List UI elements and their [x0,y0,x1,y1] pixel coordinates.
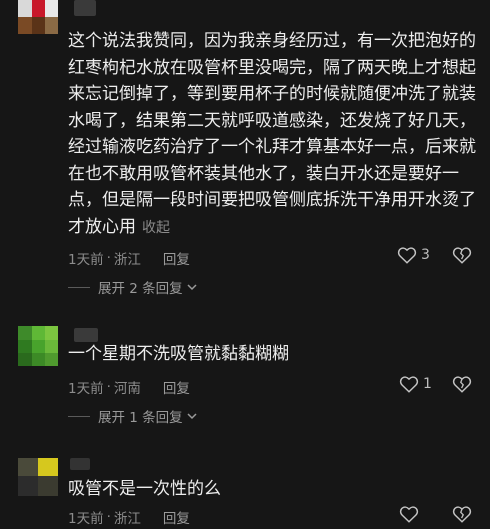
like-count: 3 [421,247,430,263]
comment-time: 1天前 [68,381,104,397]
dislike-heart-icon [452,376,472,393]
expand-replies-label: 展开 2 条回复 [98,281,183,297]
expand-line [68,286,90,288]
username-blur[interactable] [74,0,96,16]
comment-line: 水喝了，结果第二天就呼吸道感染，还发烧了好几天， [68,110,476,131]
dislike-button[interactable] [452,246,472,268]
avatar-pixel [18,340,32,353]
avatar-pixel [18,17,32,34]
reply-button[interactable]: 回复 [163,507,190,527]
comment-meta: 1天前 · 浙江 回复 [68,507,190,527]
like-button[interactable] [399,505,419,523]
avatar[interactable] [18,0,58,34]
comment-location: 浙江 [113,252,141,268]
avatar-pixel [32,340,45,353]
avatar-pixel [32,326,45,340]
like-button[interactable]: 1 [399,375,432,393]
expand-replies-button[interactable]: 展开 2 条回复 [68,277,198,297]
like-button[interactable]: 3 [397,246,430,264]
dislike-button[interactable] [452,505,472,527]
expand-replies-button[interactable]: 展开 1 条回复 [68,406,198,426]
comment-location: 河南 [113,381,141,397]
comment-line: 在也不敢用吸管杯装其他水了，装白开水还是要好一 [68,163,459,184]
avatar-pixel [18,476,38,496]
expand-replies-label: 展开 1 条回复 [98,410,183,426]
comment-text: 这个说法我赞同，因为我亲身经历过，有一次把泡好的 红枣枸杞水放在吸管杯里没喝完，… [68,28,478,241]
dislike-button[interactable] [452,375,472,397]
dislike-heart-icon [452,247,472,264]
avatar-pixel [45,353,58,366]
avatar-pixel [38,476,58,496]
avatar-pixel [32,0,45,17]
avatar-pixel [32,17,45,34]
avatar[interactable] [18,326,58,366]
comment-line: 这个说法我赞同，因为我亲身经历过，有一次把泡好的 [68,31,476,51]
comment-meta: 1天前 · 河南 回复 [68,377,190,397]
meta-separator: · [106,379,111,395]
avatar-pixel [45,340,58,353]
comment-line: 点，但是隔一段时间要把吸管侧底拆洗干净用开水烫了 [68,190,476,210]
comment-time: 1天前 [68,511,104,527]
avatar-pixel [32,353,45,366]
avatar-pixel [18,0,32,17]
like-count: 1 [423,376,432,392]
collapse-link[interactable]: 收起 [142,220,170,236]
heart-outline-icon [399,506,419,523]
reply-button[interactable]: 回复 [163,377,190,397]
chevron-down-icon [187,284,197,291]
meta-separator: · [106,509,111,525]
dislike-heart-icon [452,506,472,523]
avatar-pixel [18,353,32,366]
avatar-pixel [45,0,58,17]
avatar-pixel [18,326,32,340]
avatar-pixel [18,458,38,476]
comment-line: 红枣枸杞水放在吸管杯里没喝完，隔了两天晚上才想起 [68,57,476,78]
comment-line: 才放心用 [68,216,136,237]
comment-line: 来忘记倒掉了，等到要用杯子的时候就随便冲洗了就装 [68,84,476,104]
reply-button[interactable]: 回复 [163,248,190,268]
avatar-pixel [38,458,58,476]
avatar-pixel [45,326,58,340]
avatar-pixel [45,17,58,34]
comment-line: 吸管不是一次性的么 [68,479,221,499]
expand-line [68,415,90,417]
comment-time: 1天前 [68,252,104,268]
chevron-down-icon [187,413,197,420]
avatar[interactable] [18,458,58,496]
comment-line: 一个星期不洗吸管就黏黏糊糊 [68,344,289,364]
username-blur[interactable] [74,328,98,342]
comment-text: 一个星期不洗吸管就黏黏糊糊 [68,341,478,368]
heart-outline-icon [399,376,419,393]
comment-location: 浙江 [113,511,141,527]
meta-separator: · [106,250,111,266]
username-blur[interactable] [70,458,90,470]
comment-text: 吸管不是一次性的么 [68,476,478,503]
heart-outline-icon [397,247,417,264]
comment-meta: 1天前 · 浙江 回复 [68,248,190,268]
comment-line: 经过输液吃药治疗了一个礼拜才算基本好一点，后来就 [68,137,476,157]
